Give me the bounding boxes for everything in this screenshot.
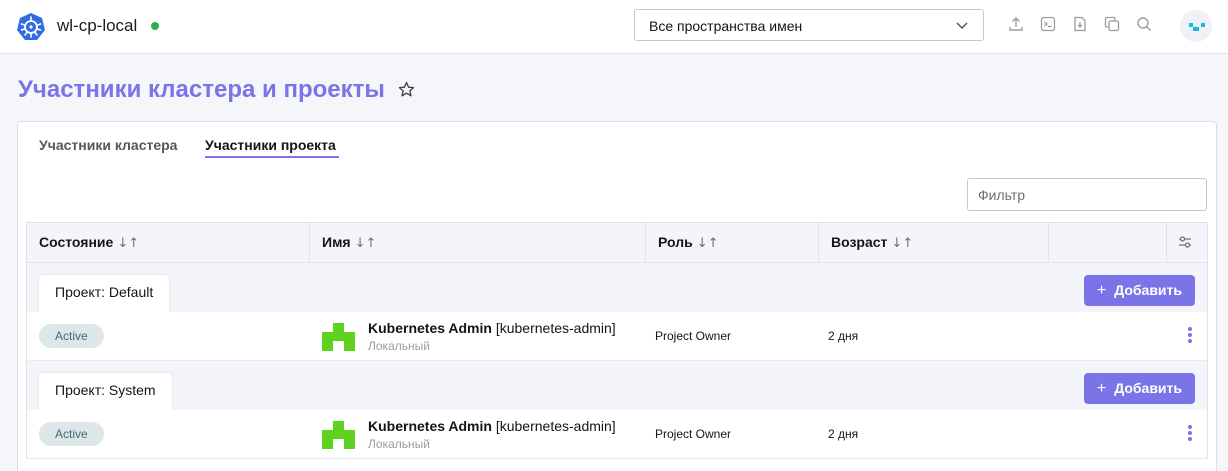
group-label: Проект: Default: [39, 275, 170, 312]
user-provider: Локальный: [368, 339, 430, 353]
column-header-state[interactable]: Состояние ↓↑: [27, 223, 310, 262]
file-download-icon[interactable]: [1072, 16, 1088, 32]
add-member-button[interactable]: + Добавить: [1083, 373, 1195, 404]
filter-input[interactable]: [967, 178, 1207, 211]
user-age: 2 дня: [828, 329, 859, 343]
table-header: Состояние ↓↑ Имя ↓↑ Роль ↓↑ Возраст ↓↑: [26, 222, 1208, 263]
tab-cluster-members[interactable]: Участники кластера: [39, 137, 177, 153]
add-member-button[interactable]: + Добавить: [1083, 275, 1195, 306]
star-icon[interactable]: [398, 81, 415, 98]
upload-icon[interactable]: [1008, 16, 1024, 32]
group-row-default: Проект: Default + Добавить: [26, 263, 1208, 312]
copy-icon[interactable]: [1104, 16, 1120, 32]
namespace-select-value: Все пространства имен: [649, 18, 803, 34]
column-header-name[interactable]: Имя ↓↑: [310, 223, 646, 262]
user-provider: Локальный: [368, 437, 430, 451]
chevron-down-icon: [956, 22, 968, 30]
sort-icon: ↓↑: [696, 236, 719, 251]
user-identicon-icon: [322, 323, 355, 351]
group-label: Проект: System: [39, 373, 172, 410]
sort-icon: ↓↑: [117, 236, 140, 251]
kubernetes-logo-icon[interactable]: [16, 12, 46, 42]
user-role: Project Owner: [655, 427, 732, 441]
search-icon[interactable]: [1136, 16, 1152, 32]
row-actions-menu-icon[interactable]: [1187, 327, 1193, 345]
namespace-select[interactable]: Все пространства имен: [634, 9, 984, 41]
active-tab-indicator: [205, 156, 339, 158]
user-name[interactable]: Kubernetes Admin [kubernetes-admin]: [368, 320, 616, 336]
top-header: wl-cp-local Все пространства имен: [0, 0, 1228, 54]
user-name[interactable]: Kubernetes Admin [kubernetes-admin]: [368, 418, 616, 434]
tab-project-members[interactable]: Участники проекта: [205, 137, 336, 153]
user-avatar[interactable]: [1180, 10, 1212, 42]
row-actions-menu-icon[interactable]: [1187, 425, 1193, 443]
sort-icon: ↓↑: [354, 236, 377, 251]
user-avatar-pattern-icon: [1189, 23, 1205, 31]
cluster-name[interactable]: wl-cp-local: [57, 16, 137, 36]
status-badge: Active: [39, 422, 104, 446]
page-title: Участники кластера и проекты: [18, 76, 385, 103]
column-settings-button[interactable]: [1165, 223, 1207, 262]
column-header-role[interactable]: Роль ↓↑: [646, 223, 819, 262]
user-role: Project Owner: [655, 329, 732, 343]
user-age: 2 дня: [828, 427, 859, 441]
members-table: Состояние ↓↑ Имя ↓↑ Роль ↓↑ Возраст ↓↑ Проек…: [26, 222, 1208, 459]
group-row-system: Проект: System + Добавить: [26, 361, 1208, 410]
table-row: Active Kubernetes Admin [kubernetes-admi…: [26, 312, 1208, 361]
status-badge: Active: [39, 324, 104, 348]
sort-icon: ↓↑: [891, 236, 914, 251]
column-header-age[interactable]: Возраст ↓↑: [819, 223, 1049, 262]
column-header-empty: [1049, 223, 1167, 262]
members-card: Участники кластера Участники проекта Сос…: [17, 121, 1217, 471]
user-identicon-icon: [322, 421, 355, 449]
table-row: Active Kubernetes Admin [kubernetes-admi…: [26, 410, 1208, 459]
sliders-icon: [1179, 236, 1191, 248]
cluster-status-dot: [151, 22, 159, 30]
plus-icon: +: [1096, 282, 1107, 299]
terminal-icon[interactable]: [1040, 16, 1056, 32]
plus-icon: +: [1096, 380, 1107, 397]
